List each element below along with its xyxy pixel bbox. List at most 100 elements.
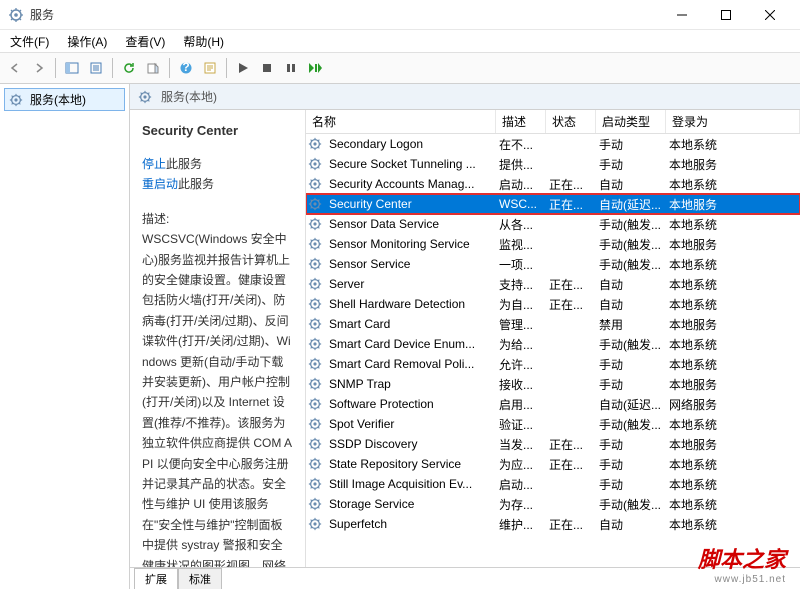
service-row[interactable]: Server支持...正在...自动本地系统 <box>306 274 800 294</box>
cell-desc: 验证... <box>495 416 545 433</box>
cell-start: 手动 <box>595 436 665 453</box>
cell-desc: 启动... <box>495 176 545 193</box>
cell-desc: 在不... <box>495 136 545 153</box>
gear-icon <box>308 277 322 291</box>
gear-icon <box>308 357 322 371</box>
cell-start: 自动 <box>595 176 665 193</box>
cell-logon: 本地服务 <box>665 196 800 213</box>
gear-icon <box>138 90 152 104</box>
export-list-button[interactable] <box>142 57 164 79</box>
service-row[interactable]: Storage Service为存...手动(触发...本地系统 <box>306 494 800 514</box>
gear-icon <box>308 177 322 191</box>
cell-start: 手动 <box>595 156 665 173</box>
service-row[interactable]: SNMP Trap接收...手动本地服务 <box>306 374 800 394</box>
service-row[interactable]: Spot Verifier验证...手动(触发...本地系统 <box>306 414 800 434</box>
cell-name: Sensor Data Service <box>325 217 495 231</box>
cell-logon: 本地系统 <box>665 136 800 153</box>
gear-icon <box>308 157 322 171</box>
service-row[interactable]: Security Accounts Manag...启动...正在...自动本地… <box>306 174 800 194</box>
cell-start: 手动 <box>595 456 665 473</box>
tab-standard[interactable]: 标准 <box>178 568 222 589</box>
cell-start: 手动(触发... <box>595 216 665 233</box>
gear-icon <box>9 93 23 107</box>
cell-logon: 本地服务 <box>665 436 800 453</box>
stop-service-button[interactable] <box>256 57 278 79</box>
console-tree[interactable]: 服务(本地) <box>0 84 130 589</box>
col-name[interactable]: 名称 <box>306 110 496 133</box>
cell-start: 自动(延迟... <box>595 396 665 413</box>
service-row[interactable]: Secondary Logon在不...手动本地系统 <box>306 134 800 154</box>
help-button[interactable]: ? <box>175 57 197 79</box>
service-row[interactable]: Sensor Data Service从各...手动(触发...本地系统 <box>306 214 800 234</box>
cell-name: Security Center <box>325 197 495 211</box>
cell-name: Security Accounts Manag... <box>325 177 495 191</box>
maximize-button[interactable] <box>704 0 748 30</box>
properties-button[interactable] <box>199 57 221 79</box>
pause-service-button[interactable] <box>280 57 302 79</box>
close-button[interactable] <box>748 0 792 30</box>
service-row[interactable]: Secure Socket Tunneling ...提供...手动本地服务 <box>306 154 800 174</box>
cell-start: 手动 <box>595 476 665 493</box>
back-button[interactable] <box>4 57 26 79</box>
desc-label: 描述: <box>142 209 293 229</box>
menu-action[interactable]: 操作(A) <box>63 31 111 52</box>
service-row[interactable]: Still Image Acquisition Ev...启动...手动本地系统 <box>306 474 800 494</box>
cell-logon: 本地系统 <box>665 256 800 273</box>
pane-header: 服务(本地) <box>130 84 800 110</box>
cell-logon: 本地服务 <box>665 236 800 253</box>
cell-start: 自动 <box>595 516 665 533</box>
cell-desc: 为存... <box>495 496 545 513</box>
col-start[interactable]: 启动类型 <box>596 110 666 133</box>
gear-icon <box>308 297 322 311</box>
cell-logon: 网络服务 <box>665 396 800 413</box>
cell-logon: 本地系统 <box>665 456 800 473</box>
col-desc[interactable]: 描述 <box>496 110 546 133</box>
toolbar: ? <box>0 52 800 84</box>
service-row[interactable]: Superfetch维护...正在...自动本地系统 <box>306 514 800 534</box>
service-row[interactable]: State Repository Service为应...正在...手动本地系统 <box>306 454 800 474</box>
stop-link[interactable]: 停止 <box>142 157 166 171</box>
service-row[interactable]: Shell Hardware Detection为自...正在...自动本地系统 <box>306 294 800 314</box>
service-row[interactable]: Security CenterWSC...正在...自动(延迟...本地服务 <box>306 194 800 214</box>
menu-view[interactable]: 查看(V) <box>121 31 169 52</box>
detail-pane: Security Center 停止此服务 重启动此服务 描述: WSCSVC(… <box>130 110 305 567</box>
cell-desc: 支持... <box>495 276 545 293</box>
cell-start: 手动(触发... <box>595 236 665 253</box>
cell-status: 正在... <box>545 456 595 473</box>
cell-status: 正在... <box>545 516 595 533</box>
service-row[interactable]: SSDP Discovery当发...正在...手动本地服务 <box>306 434 800 454</box>
service-row[interactable]: Sensor Monitoring Service监视...手动(触发...本地… <box>306 234 800 254</box>
cell-name: Smart Card Removal Poli... <box>325 357 495 371</box>
menu-help[interactable]: 帮助(H) <box>179 31 228 52</box>
service-row[interactable]: Smart Card管理...禁用本地服务 <box>306 314 800 334</box>
column-headers: 名称 描述 状态 启动类型 登录为 <box>306 110 800 134</box>
col-status[interactable]: 状态 <box>546 110 596 133</box>
cell-logon: 本地系统 <box>665 216 800 233</box>
service-row[interactable]: Software Protection启用...自动(延迟...网络服务 <box>306 394 800 414</box>
col-logon[interactable]: 登录为 <box>666 110 800 133</box>
service-row[interactable]: Smart Card Removal Poli...允许...手动本地系统 <box>306 354 800 374</box>
menu-file[interactable]: 文件(F) <box>6 31 53 52</box>
export-button[interactable] <box>85 57 107 79</box>
start-service-button[interactable] <box>232 57 254 79</box>
cell-desc: 为应... <box>495 456 545 473</box>
cell-desc: 为给... <box>495 336 545 353</box>
service-row[interactable]: Sensor Service一项...手动(触发...本地系统 <box>306 254 800 274</box>
tree-services-local[interactable]: 服务(本地) <box>4 88 125 111</box>
service-row[interactable]: Smart Card Device Enum...为给...手动(触发...本地… <box>306 334 800 354</box>
cell-start: 手动 <box>595 356 665 373</box>
show-hide-tree-button[interactable] <box>61 57 83 79</box>
refresh-button[interactable] <box>118 57 140 79</box>
restart-link[interactable]: 重启动 <box>142 177 178 191</box>
minimize-button[interactable] <box>660 0 704 30</box>
cell-name: Secondary Logon <box>325 137 495 151</box>
service-list[interactable]: 名称 描述 状态 启动类型 登录为 Secondary Logon在不...手动… <box>305 110 800 567</box>
tab-extended[interactable]: 扩展 <box>134 568 178 589</box>
cell-name: Smart Card Device Enum... <box>325 337 495 351</box>
gear-icon <box>308 457 322 471</box>
restart-service-button[interactable] <box>304 57 326 79</box>
gear-icon <box>308 257 322 271</box>
cell-logon: 本地服务 <box>665 316 800 333</box>
cell-name: Shell Hardware Detection <box>325 297 495 311</box>
forward-button[interactable] <box>28 57 50 79</box>
